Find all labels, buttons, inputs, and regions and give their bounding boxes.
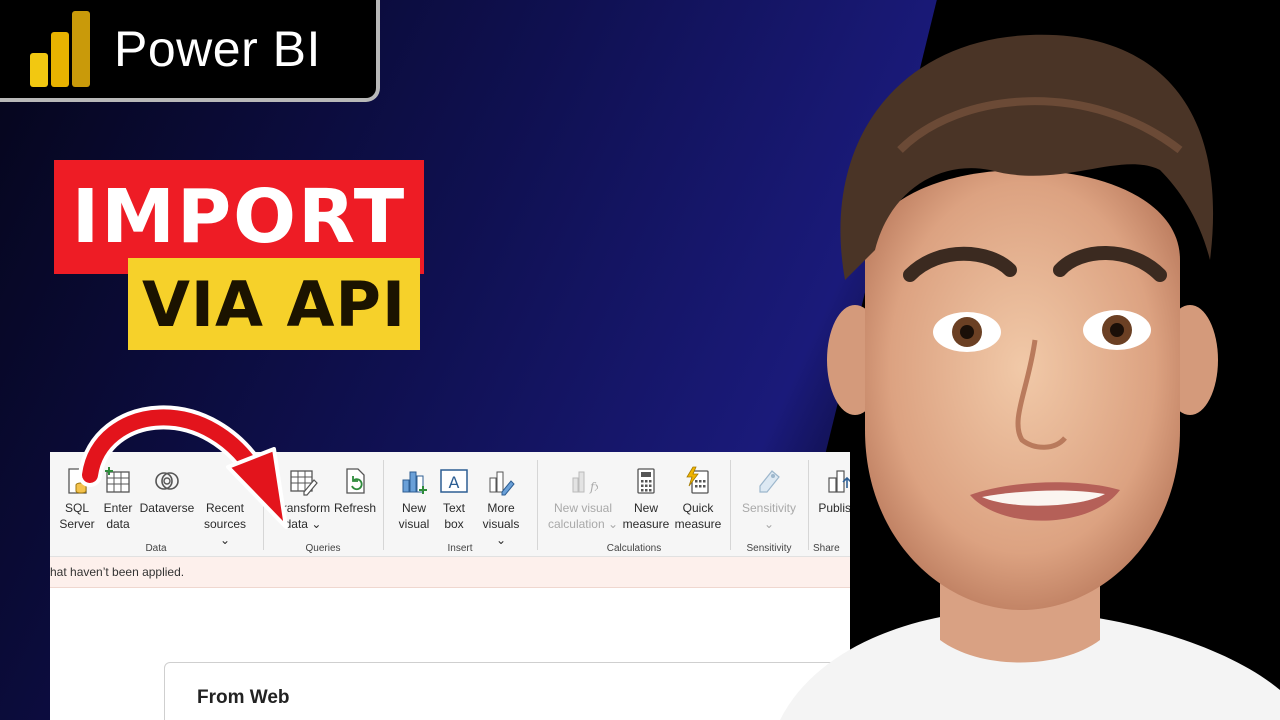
new-visual-label2: visual — [398, 517, 430, 531]
title-line2: VIA API — [141, 267, 407, 341]
refresh-icon — [340, 466, 370, 496]
new-visual-calculation-button[interactable]: fx New visual calculation ⌄ — [542, 466, 624, 532]
visual-calculation-icon: fx — [568, 466, 601, 496]
new-visual-button[interactable]: New visual — [394, 466, 434, 532]
more-visuals-icon — [486, 466, 516, 496]
presenter-photo — [780, 34, 1280, 720]
power-bi-logo-icon — [30, 11, 92, 87]
group-label-data: Data — [145, 543, 167, 554]
new-measure-label2: measure — [622, 517, 670, 531]
ribbon-group-insert: New visual A Text box More visuals ⌄ Ins… — [384, 460, 536, 556]
svg-text:A: A — [449, 473, 460, 492]
group-label-insert: Insert — [447, 543, 473, 554]
pending-changes-notice: hat haven’t been applied. — [50, 557, 850, 588]
badge-text: Power BI — [114, 21, 321, 77]
text-box-label1: Text — [442, 501, 465, 515]
more-visuals-button[interactable]: More visuals ⌄ — [476, 466, 526, 548]
new-visual-icon — [399, 466, 429, 496]
new-visual-calculation-label2: calculation ⌄ — [547, 517, 619, 531]
new-visual-label1: New — [401, 501, 426, 515]
red-arrow-icon — [78, 405, 288, 529]
quick-measure-label1: Quick — [682, 501, 714, 515]
quick-measure-button[interactable]: Quick measure — [672, 466, 724, 532]
group-label-queries: Queries — [305, 543, 341, 554]
dialog-title: From Web — [197, 687, 290, 708]
quick-measure-label2: measure — [674, 517, 722, 531]
refresh-button[interactable]: Refresh — [332, 466, 378, 516]
new-measure-button[interactable]: New measure — [620, 466, 672, 532]
from-web-dialog: From Web — [164, 662, 850, 720]
refresh-label: Refresh — [333, 501, 377, 515]
group-label-calculations: Calculations — [606, 543, 662, 554]
quick-measure-icon — [683, 466, 713, 496]
new-visual-calculation-label1: New visual — [553, 501, 613, 515]
title-line1-block: IMPORT — [54, 160, 424, 274]
svg-text:fx: fx — [589, 480, 598, 494]
title-line2-block: VIA API — [128, 258, 420, 350]
title-line1: IMPORT — [71, 174, 407, 260]
power-bi-badge: Power BI — [0, 0, 380, 102]
transform-data-icon — [288, 466, 318, 496]
ribbon-group-calculations: fx New visual calculation ⌄ New measure … — [538, 460, 730, 556]
calculator-icon — [631, 466, 661, 496]
more-visuals-label1: More — [487, 501, 515, 515]
text-box-button[interactable]: A Text box — [436, 466, 472, 532]
text-box-label2: box — [444, 517, 464, 531]
notice-text: hat haven’t been applied. — [50, 565, 185, 579]
text-box-icon: A — [439, 466, 469, 496]
new-measure-label1: New — [633, 501, 658, 515]
